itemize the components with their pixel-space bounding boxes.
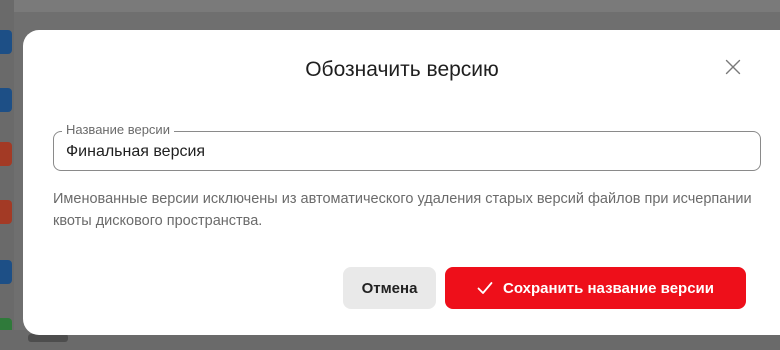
dialog-title: Обозначить версию: [305, 58, 499, 81]
close-icon: [725, 59, 741, 75]
background-file-icon: [0, 88, 12, 112]
check-icon: [477, 281, 493, 295]
background-file-icon: [0, 142, 12, 166]
background-file-icon: [0, 30, 12, 54]
version-name-input[interactable]: [54, 132, 760, 170]
background-file-icon: [0, 200, 12, 224]
version-name-field: Название версии: [53, 122, 761, 171]
background-file-icon: [0, 260, 12, 284]
background-text-fragment: [28, 334, 68, 342]
save-button-label: Сохранить название версии: [503, 279, 714, 297]
close-button[interactable]: [720, 54, 746, 80]
background-topbar: [0, 0, 780, 12]
version-dialog: Обозначить версию Название версии Именов…: [23, 30, 780, 335]
dialog-description: Именованные версии исключены из автомати…: [53, 191, 752, 229]
cancel-button[interactable]: Отмена: [343, 267, 436, 309]
save-version-name-button[interactable]: Сохранить название версии: [445, 267, 746, 309]
